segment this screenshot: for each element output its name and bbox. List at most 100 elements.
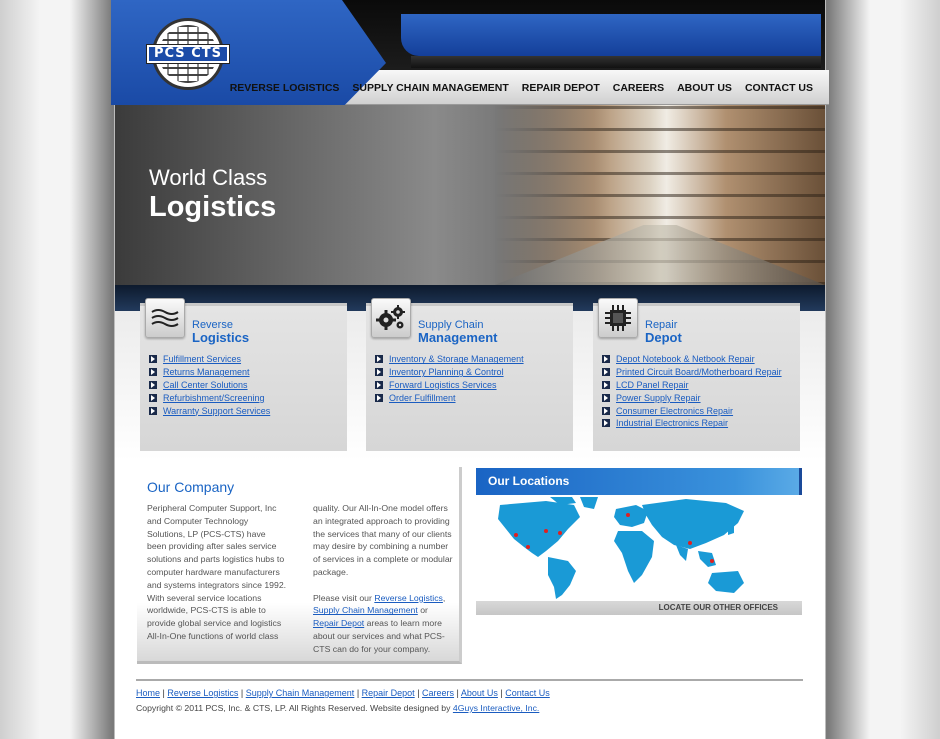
service-link[interactable]: Consumer Electronics Repair [616,406,733,416]
nav-reverse-logistics[interactable]: REVERSE LOGISTICS [230,82,340,94]
nav-about-us[interactable]: ABOUT US [677,82,732,94]
arrow-bullet-icon [375,368,383,377]
hero-banner: World Class Logistics [115,105,825,285]
arrow-bullet-icon [602,368,610,377]
arrow-bullet-icon [602,419,610,428]
company-text-col2: quality. Our All-In-One model offers an … [313,502,453,656]
designer-link[interactable]: 4Guys Interactive, Inc. [453,703,539,713]
waves-icon [145,298,185,338]
company-paragraph: quality. Our All-In-One model offers an … [313,503,453,577]
our-company-section: Our Company Peripheral Computer Support,… [137,467,462,664]
arrow-bullet-icon [602,380,610,389]
list-item: Order Fulfillment [375,391,524,404]
service-link[interactable]: Warranty Support Services [163,406,270,416]
list-item: Depot Notebook & Netbook Repair [602,353,782,366]
footer-link-supply-chain-management[interactable]: Supply Chain Management [246,688,355,698]
service-title-bottom: Management [418,330,498,345]
logo-text: PCS CTS [146,44,230,64]
separator-text: or [417,605,428,616]
site-header: PCS CTS REVERSE LOGISTICS SUPPLY CHAIN M… [111,0,829,105]
gears-icon [371,298,411,338]
list-item: Printed Circuit Board/Motherboard Repair [602,366,782,379]
locations-heading: Our Locations [476,468,802,495]
our-locations-section: Our Locations LOCATE OUR OTHER OFFICES [476,468,802,616]
footer-link-about-us[interactable]: About Us [461,688,498,698]
separator-text: , [442,592,446,603]
service-link[interactable]: Printed Circuit Board/Motherboard Repair [616,367,782,377]
service-links: Depot Notebook & Netbook Repair Printed … [602,353,782,430]
arrow-bullet-icon [149,368,157,377]
link-repair-depot[interactable]: Repair Depot [313,618,364,628]
hero-title: Logistics [149,191,277,223]
list-item: Inventory Planning & Control [375,366,524,379]
arrow-bullet-icon [602,355,610,364]
footer-link-careers[interactable]: Careers [422,688,454,698]
world-map[interactable] [476,495,802,601]
footer-link-repair-depot[interactable]: Repair Depot [362,688,415,698]
service-box-repair-depot: Repair Depot Depot Notebook & Netbook Re… [593,298,800,451]
list-item: Power Supply Repair [602,391,782,404]
nav-repair-depot[interactable]: REPAIR DEPOT [522,82,600,94]
service-link[interactable]: Inventory Planning & Control [389,367,504,377]
link-reverse-logistics[interactable]: Reverse Logistics [374,593,443,603]
header-blue-band [401,14,821,68]
service-link[interactable]: LCD Panel Repair [616,380,689,390]
arrow-bullet-icon [375,355,383,364]
arrow-bullet-icon [375,393,383,402]
list-item: Warranty Support Services [149,404,270,417]
list-item: Fulfillment Services [149,353,270,366]
list-item: Returns Management [149,366,270,379]
service-link[interactable]: Refurbishment/Screening [163,393,265,403]
footer-links: Home | Reverse Logistics | Supply Chain … [136,688,550,698]
service-links: Inventory & Storage Management Inventory… [375,353,524,404]
service-link[interactable]: Industrial Electronics Repair [616,418,728,428]
service-link[interactable]: Power Supply Repair [616,393,701,403]
service-link[interactable]: Fulfillment Services [163,354,241,364]
arrow-bullet-icon [602,393,610,402]
service-link[interactable]: Order Fulfillment [389,393,456,403]
visit-text: Please visit our [313,592,375,603]
copyright: Copyright © 2011 PCS, Inc. & CTS, LP. Al… [136,703,539,713]
nav-supply-chain-management[interactable]: SUPPLY CHAIN MANAGEMENT [352,82,508,94]
list-item: LCD Panel Repair [602,379,782,392]
service-link[interactable]: Depot Notebook & Netbook Repair [616,354,755,364]
arrow-bullet-icon [602,406,610,415]
list-item: Industrial Electronics Repair [602,417,782,430]
nav-careers[interactable]: CAREERS [613,82,664,94]
world-map-icon [498,497,744,599]
service-link[interactable]: Call Center Solutions [163,380,248,390]
hero-subtitle: World Class [149,165,268,190]
list-item: Forward Logistics Services [375,379,524,392]
footer-link-reverse-logistics[interactable]: Reverse Logistics [167,688,238,698]
arrow-bullet-icon [375,380,383,389]
service-link[interactable]: Inventory & Storage Management [389,354,524,364]
company-visit-paragraph: Please visit our Reverse Logistics, Supp… [313,592,453,656]
page: PCS CTS REVERSE LOGISTICS SUPPLY CHAIN M… [111,0,829,739]
company-heading: Our Company [147,479,235,495]
footer-link-contact-us[interactable]: Contact Us [505,688,550,698]
list-item: Call Center Solutions [149,379,270,392]
copyright-text: Copyright © 2011 PCS, Inc. & CTS, LP. Al… [136,703,453,713]
arrow-bullet-icon [149,380,157,389]
main-nav: REVERSE LOGISTICS SUPPLY CHAIN MANAGEMEN… [230,82,813,94]
service-links: Fulfillment Services Returns Management … [149,353,270,417]
footer-divider [136,679,803,681]
service-link[interactable]: Returns Management [163,367,250,377]
arrow-bullet-icon [149,393,157,402]
list-item: Refurbishment/Screening [149,391,270,404]
pcs-cts-logo[interactable]: PCS CTS [146,18,230,94]
company-text-col1: Peripheral Computer Support, Inc and Com… [147,503,287,641]
service-title-bottom: Logistics [192,330,250,345]
arrow-bullet-icon [149,355,157,364]
service-title-bottom: Depot [645,330,682,345]
link-supply-chain-management[interactable]: Supply Chain Management [313,605,418,615]
service-box-reverse-logistics: Reverse Logistics Fulfillment Services R… [140,298,347,451]
footer-link-home[interactable]: Home [136,688,160,698]
nav-contact-us[interactable]: CONTACT US [745,82,813,94]
locate-offices-link[interactable]: LOCATE OUR OTHER OFFICES [476,601,802,615]
list-item: Inventory & Storage Management [375,353,524,366]
arrow-bullet-icon [149,406,157,415]
service-link[interactable]: Forward Logistics Services [389,380,497,390]
service-box-supply-chain: Supply Chain Management Inventory & Stor… [366,298,573,451]
chip-icon [598,298,638,338]
